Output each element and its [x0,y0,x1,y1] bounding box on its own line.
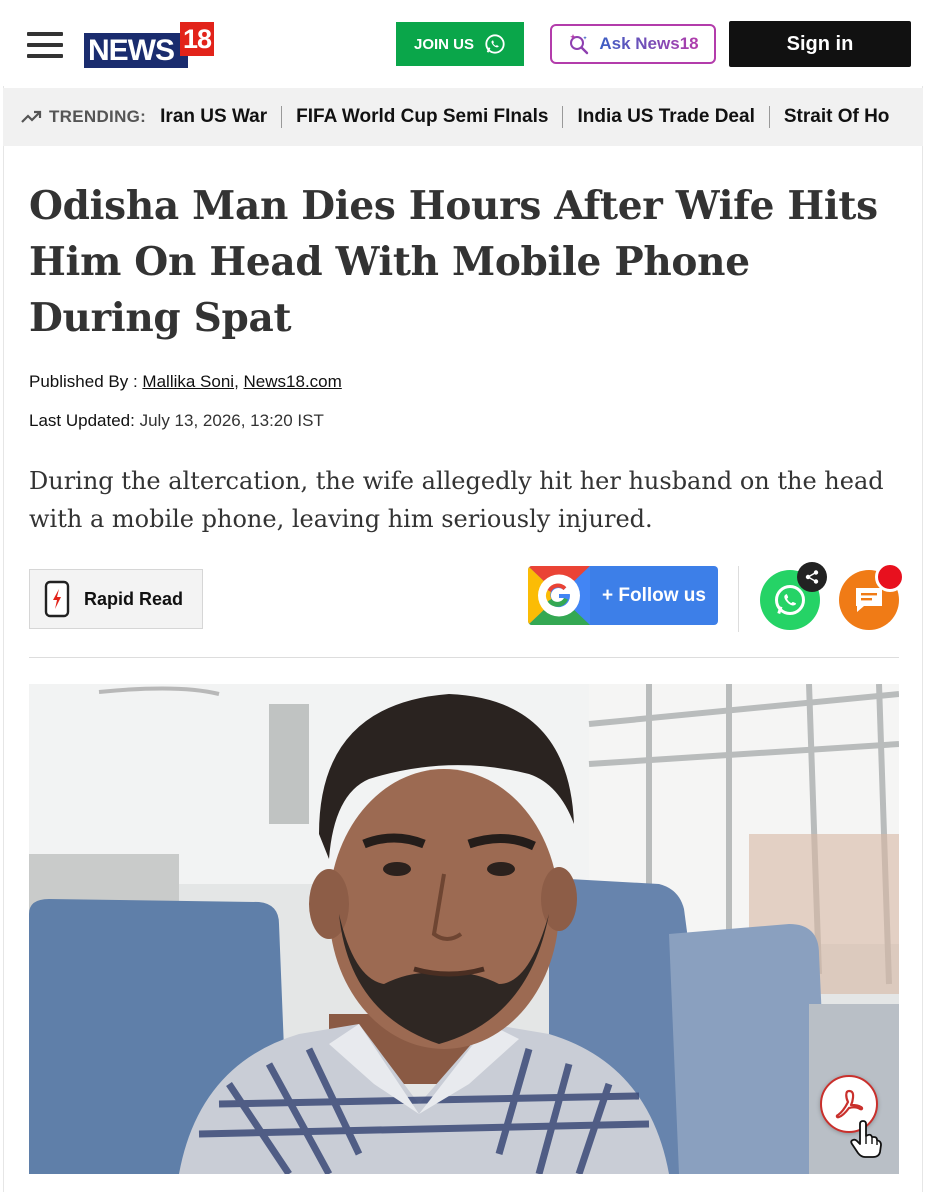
follow-label: + Follow us [602,584,706,606]
last-updated-label: Last Updated: [29,411,135,430]
trending-item[interactable]: FIFA World Cup Semi FInals [296,106,548,128]
logo-number: 18 [180,22,214,56]
news18-logo[interactable]: NEWS 18 [84,22,216,68]
sign-in-button[interactable]: Sign in [729,21,911,67]
author-link[interactable]: Mallika Soni [142,372,234,391]
phone-lightning-icon [44,580,70,618]
article-image [29,684,899,1174]
trending-arrow-icon [21,110,42,123]
whatsapp-icon [485,34,505,54]
trending-label: TRENDING: [49,107,147,126]
divider [281,106,283,128]
sparkle-search-icon [570,34,589,55]
trending-item[interactable]: India US Trade Deal [577,106,754,128]
ask-news18-button[interactable]: Ask News18 [550,24,716,64]
trending-item[interactable]: Strait Of Ho [784,106,890,128]
site-header: NEWS 18 JOIN US Ask News18 Sign in [0,0,926,86]
trending-item[interactable]: Iran US War [160,106,267,128]
divider [768,106,770,128]
byline-comma: , [234,372,244,391]
hamburger-menu-icon[interactable] [27,32,63,58]
google-follow-button[interactable]: + Follow us [528,566,718,625]
trending-label-group: TRENDING: [21,107,146,127]
trending-bar: TRENDING: Iran US War FIFA World Cup Sem… [3,88,923,146]
divider [29,657,899,658]
google-icon [528,566,590,625]
article-headline: Odisha Man Dies Hours After Wife Hits Hi… [29,183,878,341]
outlet-link[interactable]: News18.com [244,372,342,391]
notification-dot [875,562,905,592]
join-us-button[interactable]: JOIN US [396,22,524,66]
rapid-read-button[interactable]: Rapid Read [29,569,203,629]
byline: Published By : Mallika Soni, News18.com [29,372,342,392]
last-updated-value: July 13, 2026, 13:20 IST [139,411,324,430]
divider [738,566,739,632]
join-us-label: JOIN US [413,35,474,53]
rapid-read-label: Rapid Read [84,588,184,609]
article-summary: During the altercation, the wife alleged… [29,467,884,533]
share-icon[interactable] [797,562,827,592]
last-updated: Last Updated: July 13, 2026, 13:20 IST [29,411,324,431]
divider [562,106,564,128]
pdf-icon [835,1089,864,1119]
logo-wordmark: NEWS [84,33,188,68]
hand-cursor-icon [850,1120,882,1158]
ask-news18-label: Ask News18 [599,34,699,53]
published-by-label: Published By : [29,372,138,391]
